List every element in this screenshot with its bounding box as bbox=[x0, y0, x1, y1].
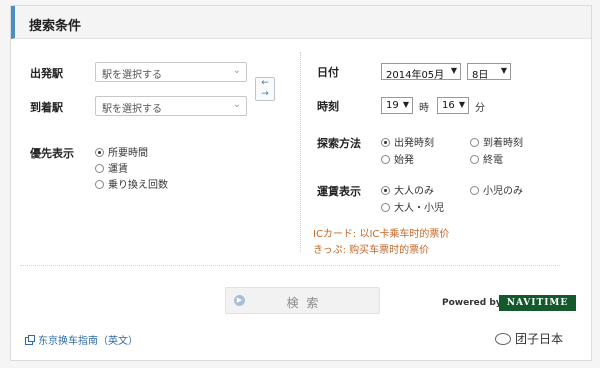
hour-value: 19 bbox=[386, 100, 399, 111]
caret-down-icon: ▼ bbox=[402, 100, 409, 109]
month-select[interactable]: 2014年05月 ▼ bbox=[381, 63, 461, 81]
navitime-logo[interactable]: NAVITIME bbox=[499, 295, 576, 311]
caret-down-icon: ▼ bbox=[450, 66, 457, 75]
tokyo-transfer-guide-link[interactable]: 东京换车指南（英文） bbox=[25, 332, 138, 347]
method-option-label: 終電 bbox=[483, 155, 503, 166]
search-button[interactable]: ▶ 検 索 bbox=[225, 287, 380, 314]
minute-value: 16 bbox=[442, 100, 455, 111]
time-label: 時刻 bbox=[317, 100, 339, 113]
priority-option-fare[interactable]: 運賃 bbox=[95, 160, 128, 175]
fare-option-label: 大人・小児 bbox=[394, 203, 444, 214]
external-link-icon bbox=[25, 335, 35, 345]
minute-unit: 分 bbox=[475, 103, 485, 114]
radio-icon bbox=[470, 155, 479, 164]
watermark: 团子日本 bbox=[495, 330, 563, 347]
method-option-label: 出発時刻 bbox=[394, 138, 434, 149]
departure-placeholder: 駅を選択する bbox=[102, 70, 162, 81]
priority-option-transfers[interactable]: 乗り換え回数 bbox=[95, 176, 168, 191]
radio-icon bbox=[470, 186, 479, 195]
panel-header: 搜索条件 bbox=[11, 6, 591, 39]
radio-selected-icon bbox=[381, 186, 390, 195]
powered-by-label: Powered by bbox=[442, 298, 502, 308]
method-option-first[interactable]: 始発 bbox=[381, 151, 414, 166]
arrival-label: 到着駅 bbox=[30, 101, 63, 114]
method-option-label: 始発 bbox=[394, 155, 414, 166]
minute-select[interactable]: 16 ▼ bbox=[437, 97, 469, 114]
navitime-logo-text: NAVITIME bbox=[506, 298, 569, 308]
day-select[interactable]: 8日 ▼ bbox=[467, 63, 511, 81]
method-option-label: 到着時刻 bbox=[483, 138, 523, 149]
method-option-last[interactable]: 終電 bbox=[470, 151, 503, 166]
radio-icon bbox=[95, 180, 104, 189]
radio-icon bbox=[470, 138, 479, 147]
swap-arrows-icon: ← → bbox=[261, 78, 269, 99]
priority-option-label: 乗り換え回数 bbox=[108, 180, 168, 191]
method-option-departure[interactable]: 出発時刻 bbox=[381, 134, 434, 149]
month-value: 2014年05月 bbox=[386, 70, 445, 81]
fare-option-adult[interactable]: 大人のみ bbox=[381, 182, 434, 197]
panel-title: 搜索条件 bbox=[29, 19, 82, 34]
hour-select[interactable]: 19 ▼ bbox=[381, 97, 413, 114]
priority-option-label: 所要時間 bbox=[108, 148, 148, 159]
hour-unit: 時 bbox=[419, 103, 429, 114]
caret-down-icon: ▼ bbox=[458, 100, 465, 109]
radio-selected-icon bbox=[95, 148, 104, 157]
guide-link-label: 东京换车指南（英文） bbox=[38, 336, 138, 347]
watermark-text: 团子日本 bbox=[515, 332, 564, 346]
fare-option-both[interactable]: 大人・小児 bbox=[381, 199, 444, 214]
swap-stations-button[interactable]: ← → bbox=[255, 77, 275, 101]
fare-option-label: 小児のみ bbox=[483, 186, 523, 197]
method-option-arrival[interactable]: 到着時刻 bbox=[470, 134, 523, 149]
departure-station-select[interactable]: 駅を選択する ⌄ bbox=[95, 62, 247, 82]
fare-option-child[interactable]: 小児のみ bbox=[470, 182, 523, 197]
priority-label: 優先表示 bbox=[30, 147, 74, 160]
search-button-label: 検 索 bbox=[286, 296, 321, 310]
radio-icon bbox=[95, 164, 104, 173]
fare-option-label: 大人のみ bbox=[394, 186, 434, 197]
radio-icon bbox=[381, 155, 390, 164]
column-divider bbox=[300, 52, 301, 252]
priority-option-label: 運賃 bbox=[108, 164, 128, 175]
radio-selected-icon bbox=[381, 138, 390, 147]
chevron-down-icon: ⌄ bbox=[232, 65, 241, 76]
radio-icon bbox=[381, 203, 390, 212]
departure-label: 出発駅 bbox=[30, 67, 63, 80]
priority-option-time[interactable]: 所要時間 bbox=[95, 144, 148, 159]
fare-display-label: 運賃表示 bbox=[317, 185, 361, 198]
arrival-placeholder: 駅を選択する bbox=[102, 104, 162, 115]
date-label: 日付 bbox=[317, 66, 339, 79]
section-divider bbox=[20, 265, 560, 266]
search-method-label: 探索方法 bbox=[317, 137, 361, 150]
ic-card-note: ICカード: 以IC卡乘车时的票价 bbox=[313, 229, 450, 240]
ticket-note: きっぷ: 购买车票时的票价 bbox=[313, 245, 430, 256]
arrival-station-select[interactable]: 駅を選択する ⌄ bbox=[95, 96, 247, 116]
caret-down-icon: ▼ bbox=[500, 66, 507, 75]
chevron-down-icon: ⌄ bbox=[232, 99, 241, 110]
wechat-icon bbox=[495, 333, 511, 345]
day-value: 8日 bbox=[472, 70, 489, 81]
